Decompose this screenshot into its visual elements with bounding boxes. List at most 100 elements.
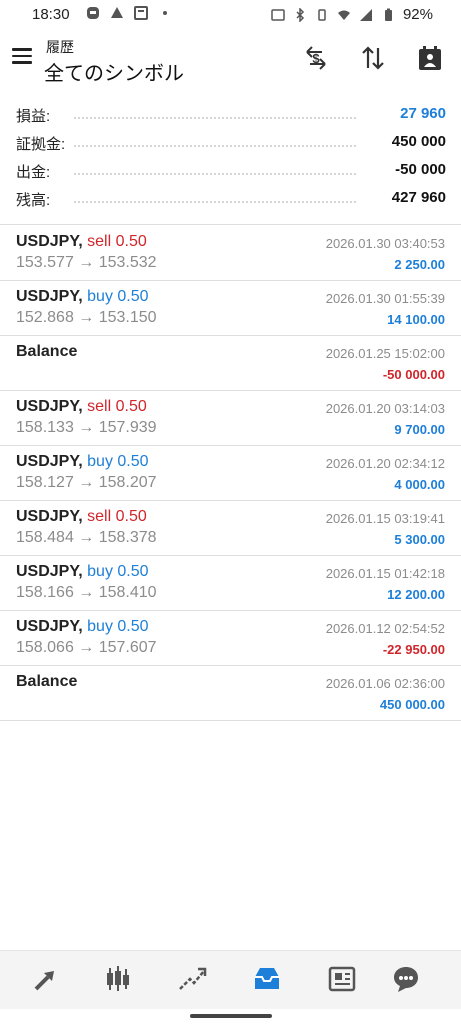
dotted-leader: [74, 173, 356, 175]
trade-profit: 12 200.00: [387, 587, 445, 602]
summary-value: 450 000: [385, 133, 446, 150]
trade-prices: 152.868 → 153.150: [16, 309, 157, 326]
trade-row[interactable]: USDJPY, buy 0.50 158.066 → 157.607 2026.01…: [0, 610, 461, 665]
vibrate-icon: [318, 8, 326, 21]
news-notification-icon: [134, 6, 148, 20]
summary-withdrawal-row: 出金: -50 000: [16, 159, 446, 183]
wifi-icon: [337, 10, 350, 20]
history-icon[interactable]: [251, 963, 283, 995]
trade-profit: 9 700.00: [394, 422, 445, 437]
trade-time: 2026.01.06 02:36:00: [325, 676, 445, 691]
trade-profit: 5 300.00: [394, 532, 445, 547]
summary-balance-row: 残高: 427 960: [16, 187, 446, 211]
trade-prices: 158.484 → 158.378: [16, 529, 157, 546]
trade-profit: 450 000.00: [379, 697, 445, 712]
trade-symbol-text: USDJPY,: [16, 233, 83, 250]
line-app-icon: [87, 7, 99, 19]
battery-icon: [384, 8, 392, 21]
trade-time: 2026.01.30 01:55:39: [325, 291, 445, 306]
trade-symbol-text: Balance: [16, 343, 78, 360]
battery-percent: 92%: [402, 6, 433, 23]
status-notification-icons: [86, 6, 172, 20]
trade-prices: 158.127 → 158.207: [16, 474, 157, 491]
trade-time: 2026.01.25 15:02:00: [325, 346, 445, 361]
trade-side-volume: sell 0.50: [87, 398, 147, 415]
trade-time: 2026.01.15 01:42:18: [325, 566, 445, 581]
trade-symbol: USDJPY, buy 0.50: [16, 453, 149, 471]
trade-symbol: USDJPY, buy 0.50: [16, 563, 149, 581]
trade-profit: 4 000.00: [394, 477, 445, 492]
header-subtitle: 履歴: [46, 39, 74, 55]
trade-time: 2026.01.12 02:54:52: [325, 621, 445, 636]
trade-time: 2026.01.20 02:34:12: [325, 456, 445, 471]
trade-side-volume: buy 0.50: [87, 563, 149, 580]
trade-time: 2026.01.20 03:14:03: [325, 401, 445, 416]
chat-icon[interactable]: [390, 963, 422, 995]
trade-profit: 2 250.00: [394, 257, 445, 272]
summary-profit-row: 損益: 27 960: [16, 103, 446, 127]
trade-profit: -22 950.00: [382, 642, 445, 657]
header-title[interactable]: 全てのシンボル: [44, 57, 184, 86]
summary-label: 損益:: [16, 105, 57, 126]
dotted-leader: [74, 117, 356, 119]
trade-row[interactable]: USDJPY, sell 0.50 153.577 → 153.532 2026.0…: [0, 225, 461, 280]
dotted-leader: [74, 201, 356, 203]
bluetooth-icon: [296, 7, 305, 22]
trade-symbol: USDJPY, sell 0.50: [16, 398, 147, 416]
trade-prices: 158.066 → 157.607: [16, 639, 157, 656]
trade-symbol-text: USDJPY,: [16, 508, 83, 525]
quotes-icon[interactable]: [30, 963, 62, 995]
summary-label: 証拠金:: [16, 133, 72, 154]
trade-row[interactable]: USDJPY, sell 0.50 158.133 → 157.939 2026.0…: [0, 390, 461, 445]
trade-symbol-text: USDJPY,: [16, 288, 83, 305]
trade-side-volume: buy 0.50: [87, 453, 149, 470]
news-icon[interactable]: [326, 963, 358, 995]
chart-candles-icon[interactable]: [102, 963, 134, 995]
calendar-icon[interactable]: [416, 44, 444, 72]
status-system-icons: 92%: [271, 6, 433, 23]
trade-row[interactable]: USDJPY, buy 0.50 158.127 → 158.207 2026.01…: [0, 445, 461, 500]
trade-symbol-text: USDJPY,: [16, 618, 83, 635]
trade-symbol-text: USDJPY,: [16, 398, 83, 415]
trade-prices: 153.577 → 153.532: [16, 254, 157, 271]
trade-side-volume: sell 0.50: [87, 508, 147, 525]
trade-prices: 158.133 → 157.939: [16, 419, 157, 436]
signal-icon: [359, 8, 372, 21]
trade-side-volume: sell 0.50: [87, 233, 147, 250]
summary-label: 残高:: [16, 189, 57, 210]
status-bar: 18:30 92%: [0, 0, 461, 30]
trade-side-volume: buy 0.50: [87, 618, 149, 635]
trade-icon[interactable]: [176, 963, 208, 995]
trade-symbol-text: Balance: [16, 673, 78, 690]
trade-symbol: Balance: [16, 673, 77, 691]
trade-time: 2026.01.30 03:40:53: [325, 236, 445, 251]
home-indicator: [190, 1014, 272, 1018]
trade-profit: 14 100.00: [387, 312, 445, 327]
dot-icon: [163, 11, 167, 15]
trade-symbol: USDJPY, sell 0.50: [16, 233, 147, 251]
trade-symbol: USDJPY, sell 0.50: [16, 508, 147, 526]
trade-profit: -50 000.00: [382, 367, 445, 382]
auto-icon: [271, 8, 285, 21]
trade-prices: 158.166 → 158.410: [16, 584, 157, 601]
trade-symbol: USDJPY, buy 0.50: [16, 618, 149, 636]
status-time: 18:30: [32, 6, 70, 23]
svg-text:$: $: [312, 51, 320, 66]
summary-value: 27 960: [394, 105, 446, 122]
divider: [0, 720, 461, 721]
trade-symbol-text: USDJPY,: [16, 453, 83, 470]
summary-value: 427 960: [385, 189, 446, 206]
currency-swap-icon[interactable]: $: [302, 44, 330, 72]
trade-symbol: Balance: [16, 343, 77, 361]
menu-icon[interactable]: [12, 48, 32, 64]
trade-row[interactable]: Balance 2026.01.06 02:36:00 450 000.00: [0, 665, 461, 720]
trade-row[interactable]: Balance 2026.01.25 15:02:00 -50 000.00: [0, 335, 461, 390]
drive-icon: [111, 7, 123, 18]
trade-row[interactable]: USDJPY, buy 0.50 152.868 → 153.150 2026.01…: [0, 280, 461, 335]
bottom-navigation: [0, 950, 461, 1009]
dotted-leader: [74, 145, 356, 147]
sort-icon[interactable]: [359, 44, 387, 72]
trade-row[interactable]: USDJPY, sell 0.50 158.484 → 158.378 2026.0…: [0, 500, 461, 555]
trade-time: 2026.01.15 03:19:41: [325, 511, 445, 526]
trade-row[interactable]: USDJPY, buy 0.50 158.166 → 158.410 2026.01…: [0, 555, 461, 610]
